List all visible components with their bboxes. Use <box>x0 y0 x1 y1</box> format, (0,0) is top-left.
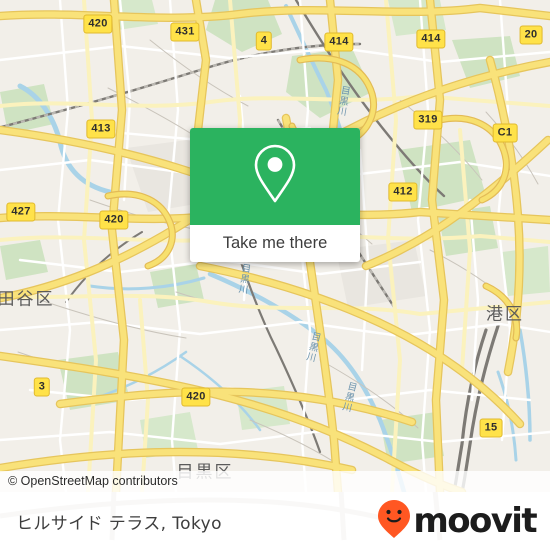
card-accent-panel <box>190 128 360 225</box>
road-shield: 15 <box>479 418 503 438</box>
road-shield: 412 <box>388 182 418 202</box>
place-label: 田谷区 <box>0 289 55 310</box>
take-me-there-label[interactable]: Take me there <box>190 225 360 262</box>
road-shield: 414 <box>324 32 354 52</box>
moovit-map-screen: 420 431 4 414 414 20 413 319 C1 427 420 … <box>0 0 550 550</box>
road-shield: 420 <box>99 210 129 230</box>
take-me-there-card[interactable]: Take me there <box>190 128 360 262</box>
moovit-logo[interactable]: moovit <box>377 499 538 544</box>
road-shield: 3 <box>33 377 51 397</box>
road-shield: 420 <box>83 14 113 34</box>
road-shield: C1 <box>492 123 518 143</box>
place-label: 港区 <box>486 304 524 325</box>
road-shield: 414 <box>416 29 446 49</box>
road-shield: 319 <box>413 110 443 130</box>
moovit-smiley-pin-icon <box>377 499 411 544</box>
map-pin-icon <box>252 143 298 210</box>
road-shield: 413 <box>86 119 116 139</box>
map-attribution[interactable]: © OpenStreetMap contributors <box>0 471 550 492</box>
road-shield: 431 <box>170 22 200 42</box>
footer-bar: ヒルサイド テラス, Tokyo moovit <box>0 492 550 550</box>
road-shield: 4 <box>255 31 273 51</box>
moovit-wordmark: moovit <box>413 501 537 541</box>
road-shield: 20 <box>519 25 543 45</box>
road-shield: 427 <box>6 202 36 222</box>
road-shield: 420 <box>181 387 211 407</box>
page-title: ヒルサイド テラス, Tokyo <box>16 513 222 534</box>
